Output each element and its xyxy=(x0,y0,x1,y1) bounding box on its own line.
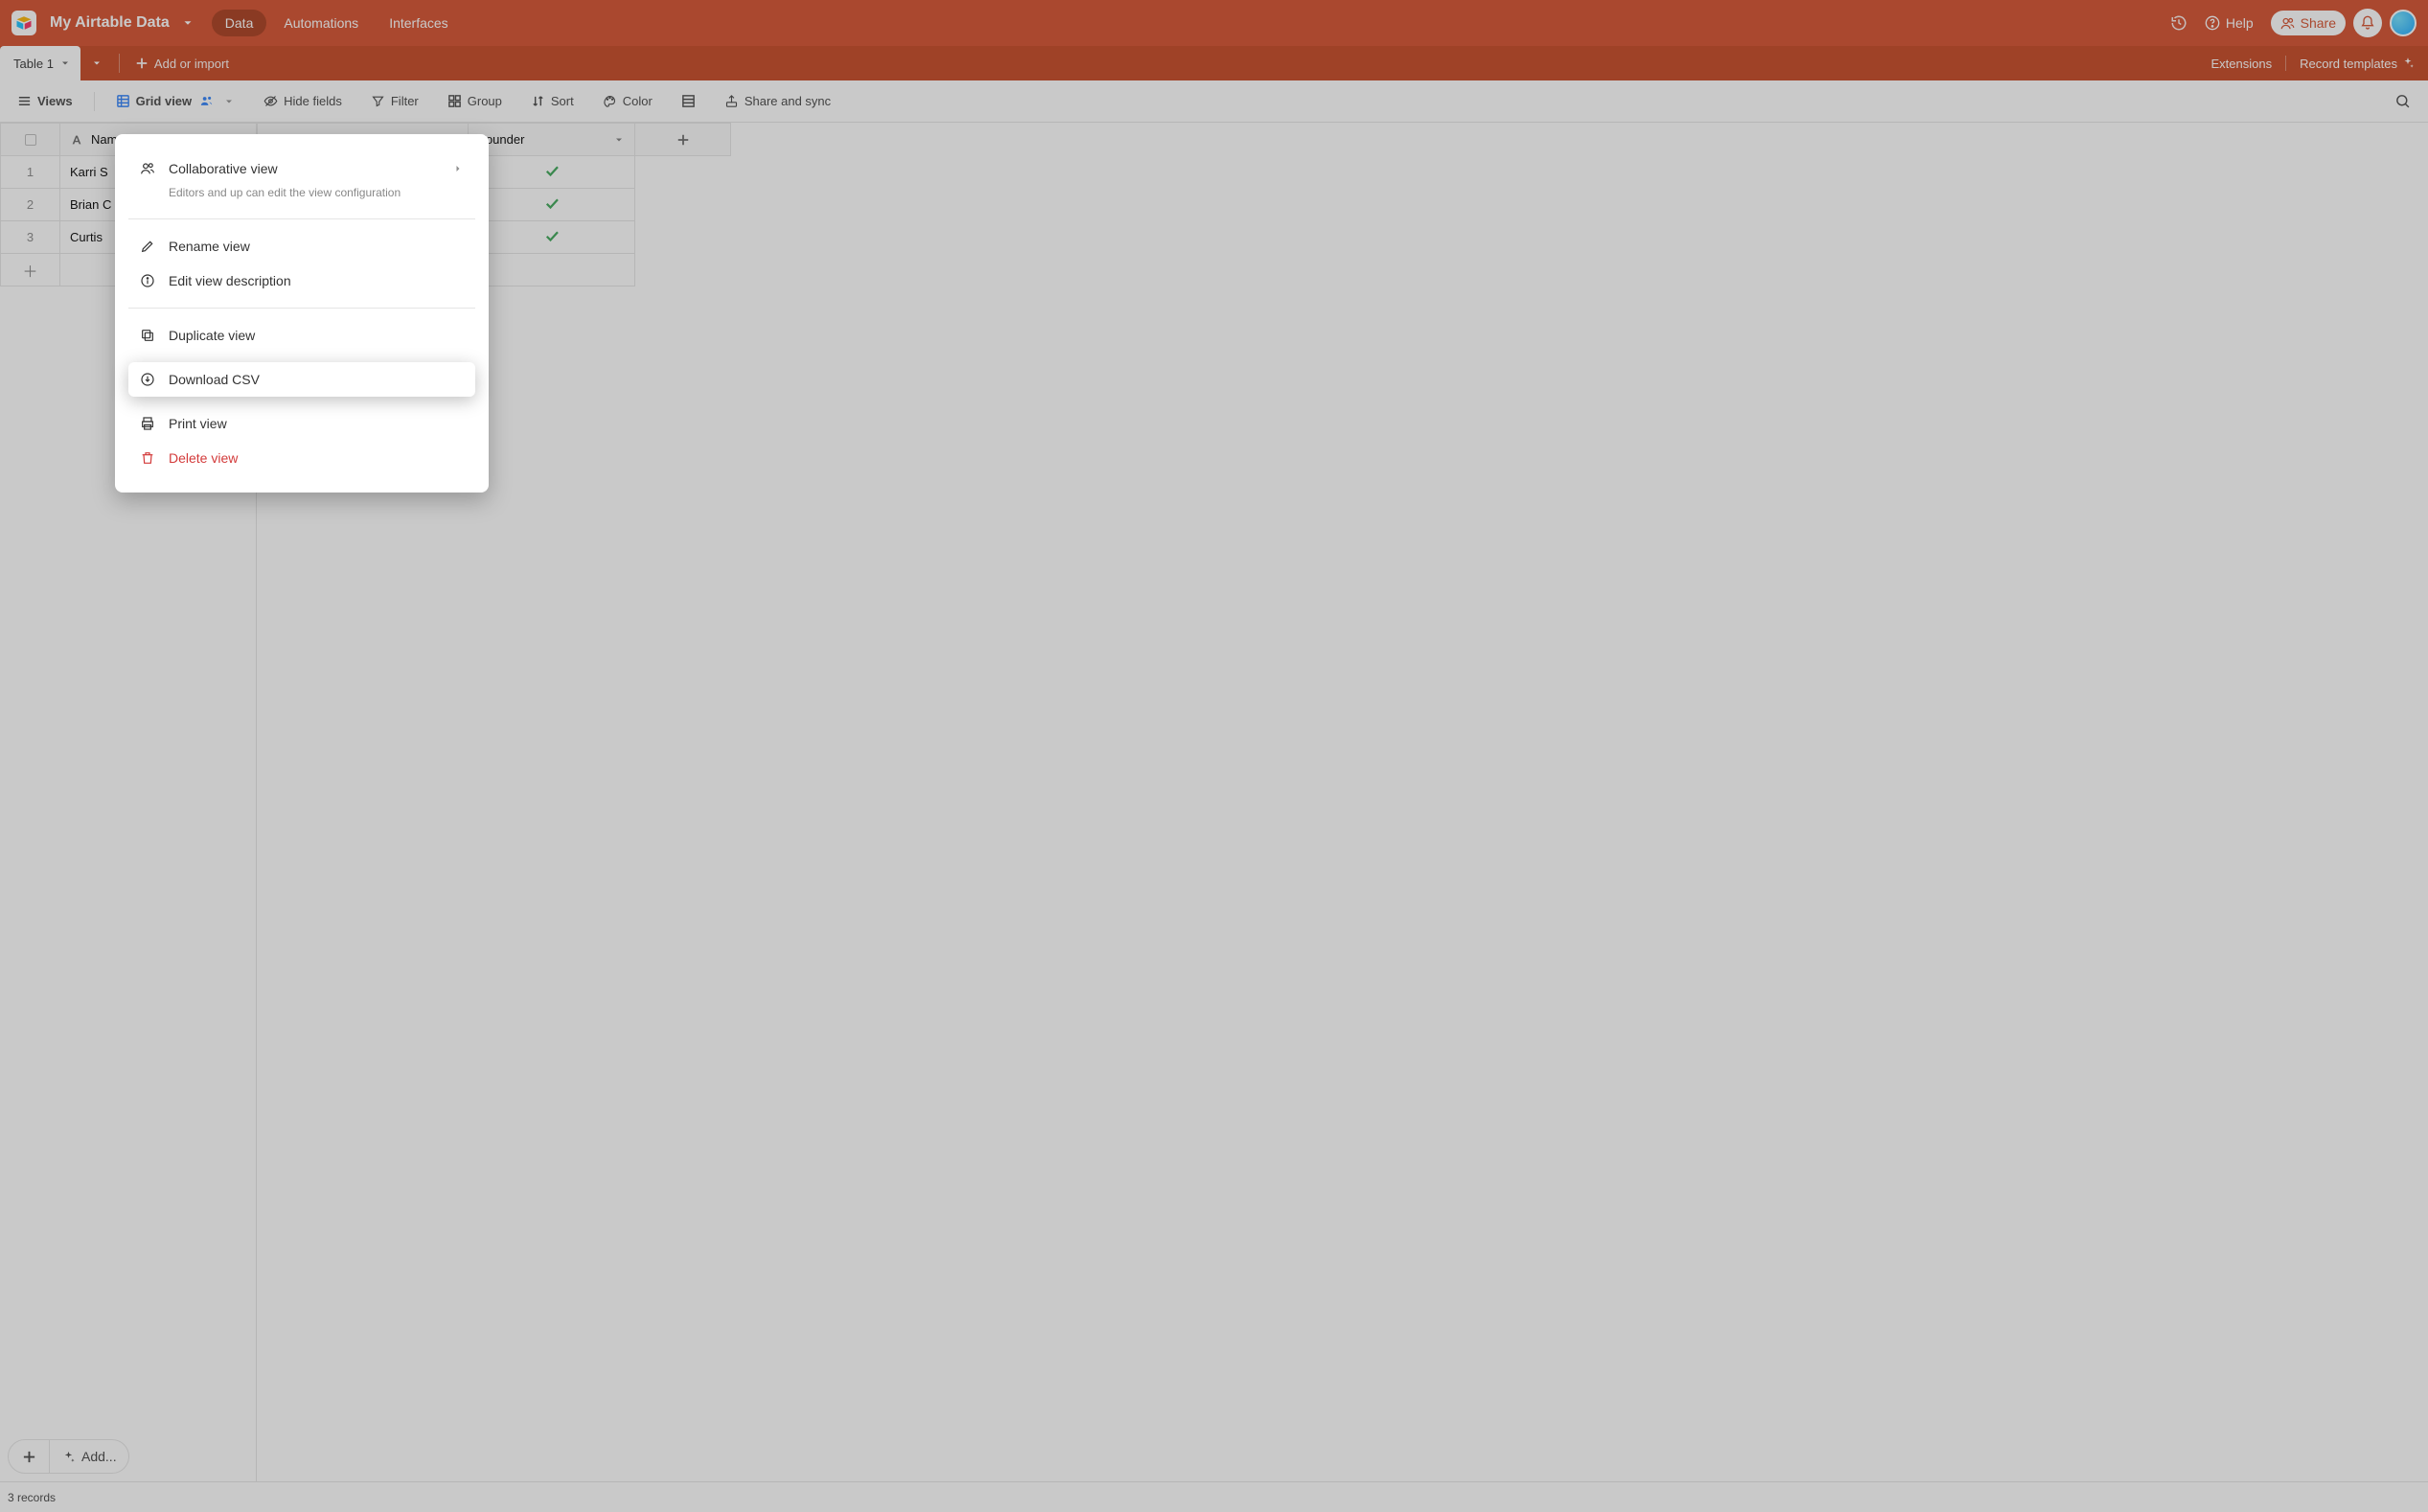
duplicate-icon xyxy=(140,328,155,343)
menu-label: Collaborative view xyxy=(169,161,439,176)
view-context-menu: Collaborative view Editors and up can ed… xyxy=(115,134,489,493)
people-icon xyxy=(140,161,155,176)
menu-label: Rename view xyxy=(169,239,250,254)
menu-label: Download CSV xyxy=(169,372,260,387)
menu-label: Duplicate view xyxy=(169,328,255,343)
pencil-icon xyxy=(140,239,155,254)
print-icon xyxy=(140,416,155,431)
info-icon xyxy=(140,273,155,288)
trash-icon xyxy=(140,450,155,466)
menu-separator xyxy=(128,218,475,219)
chevron-right-icon xyxy=(452,163,464,174)
menu-collaborative-view[interactable]: Collaborative view xyxy=(128,151,475,186)
menu-collaborative-subtitle: Editors and up can edit the view configu… xyxy=(128,186,475,209)
menu-edit-description[interactable]: Edit view description xyxy=(128,263,475,298)
menu-duplicate-view[interactable]: Duplicate view xyxy=(128,318,475,353)
menu-print-view[interactable]: Print view xyxy=(128,406,475,441)
menu-rename-view[interactable]: Rename view xyxy=(128,229,475,263)
menu-separator xyxy=(128,308,475,309)
menu-delete-view[interactable]: Delete view xyxy=(128,441,475,475)
menu-download-csv[interactable]: Download CSV xyxy=(128,362,475,397)
menu-label: Delete view xyxy=(169,450,238,466)
download-icon xyxy=(140,372,155,387)
menu-label: Print view xyxy=(169,416,227,431)
menu-label: Edit view description xyxy=(169,273,291,288)
